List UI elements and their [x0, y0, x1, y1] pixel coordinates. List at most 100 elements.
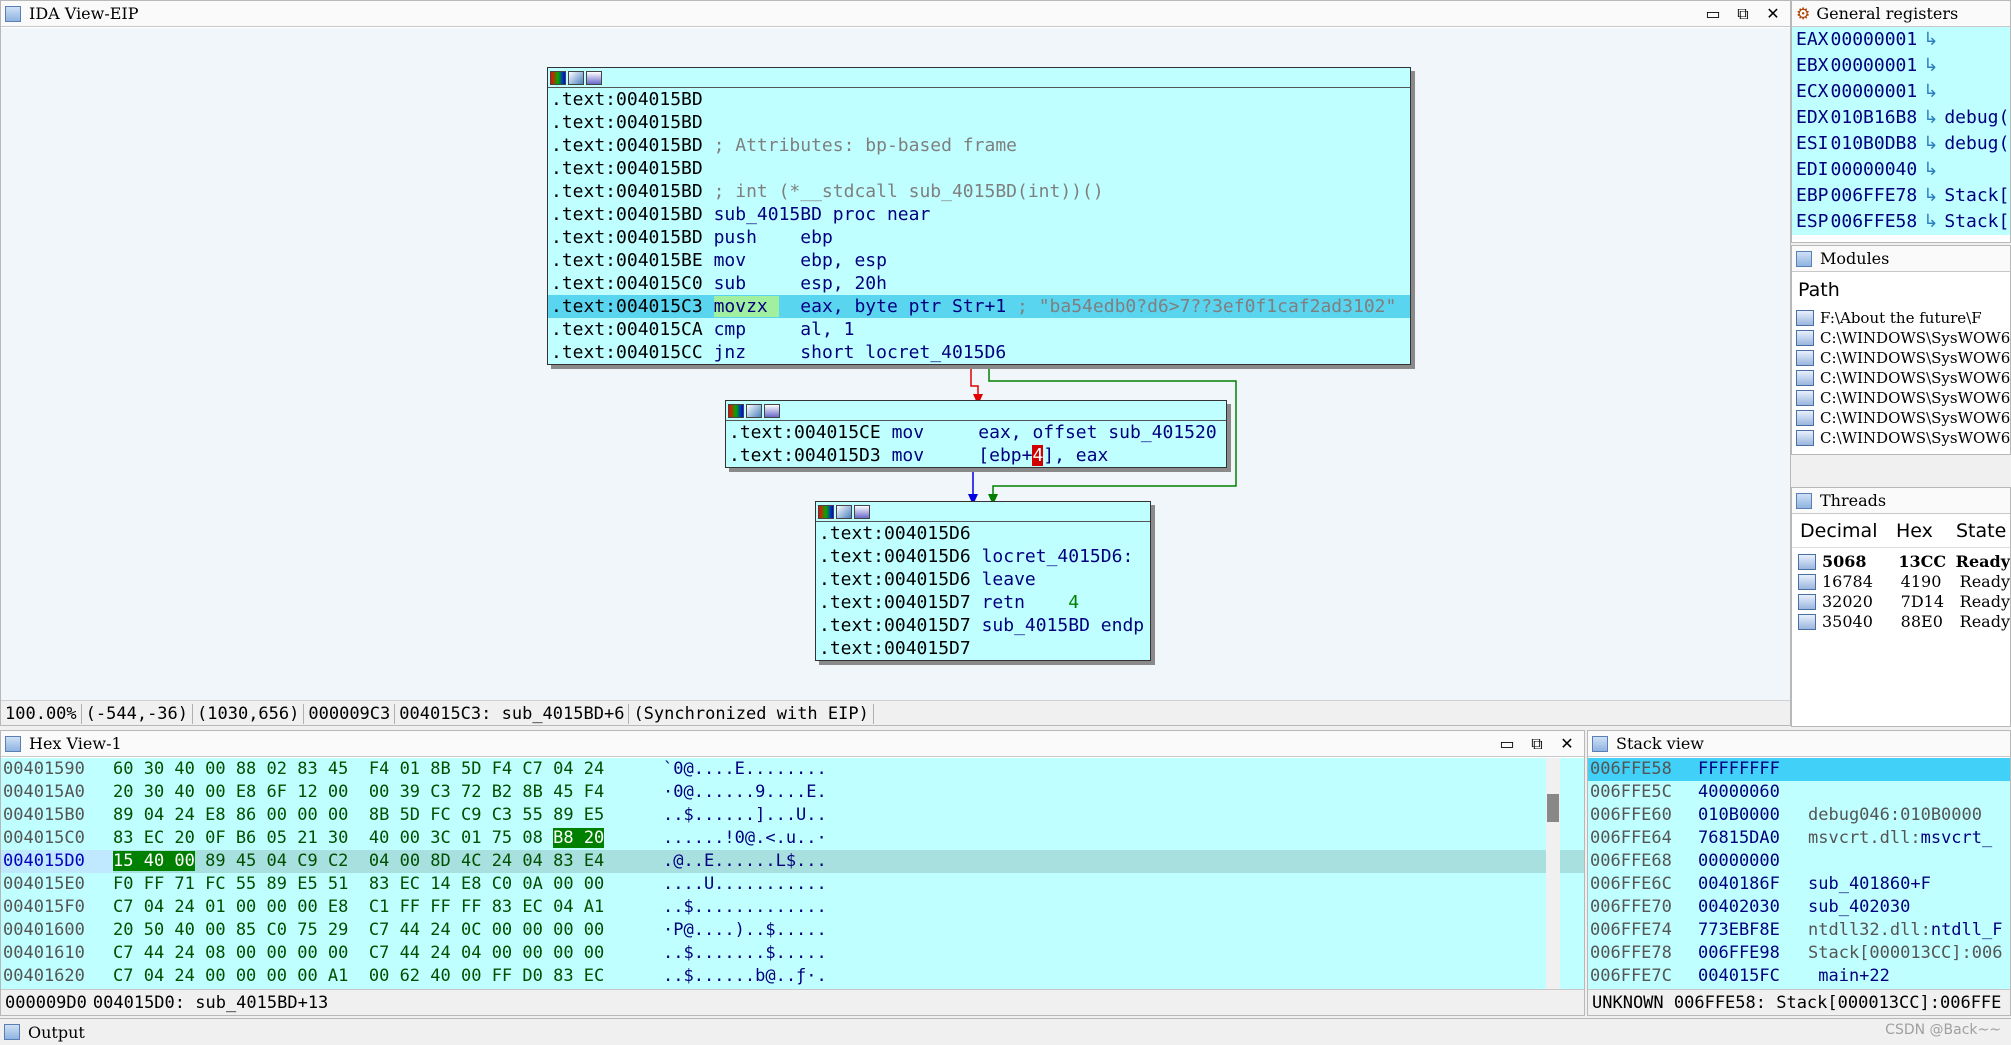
hex-row[interactable]: 004015C0 83 EC 20 0F B6 05 21 30 40 00 3C… — [1, 827, 1584, 850]
thread-row[interactable]: 32020 7D14 Ready — [1792, 592, 2010, 612]
module-row[interactable]: C:\WINDOWS\SysWOW64\C — [1792, 348, 2010, 368]
hex-row[interactable]: 004015F0 C7 04 24 01 00 00 00 E8 C1 FF FF… — [1, 896, 1584, 919]
graph-canvas[interactable]: .text:004015BD .text:004015BD .text:0040… — [1, 28, 1790, 700]
asm-line[interactable]: .text:004015C0 sub esp, 20h — [548, 272, 1410, 295]
register-value[interactable]: 00000001 — [1831, 79, 1918, 105]
module-row[interactable]: C:\WINDOWS\SysWOW64\u — [1792, 408, 2010, 428]
asm-line[interactable]: .text:004015D3 mov [ebp+4], eax — [726, 444, 1226, 467]
stack-row[interactable]: 006FFE70 00402030 sub_402030 — [1588, 896, 2010, 919]
stack-row[interactable]: 006FFE58 FFFFFFFF — [1588, 758, 2010, 781]
asm-line[interactable]: .text:004015BD — [548, 111, 1410, 134]
threads-titlebar[interactable]: Threads — [1792, 488, 2010, 514]
jump-arrow-icon[interactable]: ↳ — [1923, 157, 1938, 183]
modules-path-header[interactable]: Path — [1792, 272, 2010, 308]
stack-row[interactable]: 006FFE6C 0040186F sub_401860+F — [1588, 873, 2010, 896]
stack-row[interactable]: 006FFE68 00000000 — [1588, 850, 2010, 873]
asm-line[interactable]: .text:004015CC jnz short locret_4015D6 — [548, 341, 1410, 364]
register-value[interactable]: 010B16B8 — [1831, 105, 1918, 131]
stack-row[interactable]: 006FFE78 006FFE98 Stack[000013CC]:006 — [1588, 942, 2010, 965]
hex-bytes[interactable]: 83 EC 20 0F B6 05 21 30 40 00 3C 01 75 0… — [113, 827, 663, 850]
hex-bytes[interactable]: 20 30 40 00 E8 6F 12 00 00 39 C3 72 B2 8… — [113, 781, 663, 804]
registers-titlebar[interactable]: ⚙ General registers — [1792, 1, 2010, 27]
node-edit-icon[interactable] — [836, 504, 852, 519]
asm-line[interactable]: .text:004015C3 movzx eax, byte ptr Str+1… — [548, 295, 1410, 318]
restore-icon[interactable]: ⧉ — [1730, 3, 1756, 25]
hex-bytes[interactable]: 89 04 24 E8 86 00 00 00 8B 5D FC C9 C3 5… — [113, 804, 663, 827]
asm-line[interactable]: .text:004015BD ; int (*__stdcall sub_401… — [548, 180, 1410, 203]
hex-bytes[interactable]: 15 40 00 89 45 04 C9 C2 04 00 8D 4C 24 0… — [113, 850, 663, 873]
maximize-icon[interactable]: ▭ — [1700, 3, 1726, 25]
register-value[interactable]: 006FFE78 — [1831, 183, 1918, 209]
thread-row[interactable]: 16784 4190 Ready — [1792, 572, 2010, 592]
module-row[interactable]: F:\About the future\F — [1792, 308, 2010, 328]
node-color-icon[interactable] — [818, 504, 834, 519]
stack-row[interactable]: 006FFE64 76815DA0 msvcrt.dll:msvcrt_ — [1588, 827, 2010, 850]
ida-view-titlebar[interactable]: IDA View-EIP ▭ ⧉ ✕ — [1, 1, 1790, 27]
hex-row[interactable]: 00401620 C7 04 24 00 00 00 00 A1 00 62 40… — [1, 965, 1584, 988]
hex-scrollbar[interactable] — [1546, 758, 1560, 989]
register-row[interactable]: EDX 010B16B8 ↳ debug( — [1792, 105, 2010, 131]
modules-titlebar[interactable]: Modules — [1792, 246, 2010, 272]
hex-view-titlebar[interactable]: Hex View-1 ▭ ⧉ ✕ — [1, 731, 1584, 757]
asm-line[interactable]: .text:004015D6 leave — [816, 568, 1150, 591]
register-row[interactable]: ESI 010B0DB8 ↳ debug( — [1792, 131, 2010, 157]
col-decimal[interactable]: Decimal — [1792, 520, 1896, 542]
close-icon[interactable]: ✕ — [1760, 3, 1786, 25]
asm-line[interactable]: .text:004015BD ; Attributes: bp-based fr… — [548, 134, 1410, 157]
graph-node-2[interactable]: .text:004015CE mov eax, offset sub_40152… — [725, 400, 1227, 468]
register-value[interactable]: 006FFE58 — [1831, 209, 1918, 235]
stack-row[interactable]: 006FFE7C 004015FC main+22 — [1588, 965, 2010, 988]
register-row[interactable]: ECX 00000001 ↳ — [1792, 79, 2010, 105]
register-row[interactable]: EAX 00000001 ↳ — [1792, 27, 2010, 53]
asm-line[interactable]: .text:004015D7 — [816, 637, 1150, 660]
node-graph-icon[interactable] — [586, 70, 602, 85]
hex-bytes[interactable]: C7 04 24 01 00 00 00 E8 C1 FF FF FF 83 E… — [113, 896, 663, 919]
register-row[interactable]: EBX 00000001 ↳ — [1792, 53, 2010, 79]
asm-line[interactable]: .text:004015D7 retn 4 — [816, 591, 1150, 614]
module-row[interactable]: C:\WINDOWS\SysWOW64\m — [1792, 428, 2010, 448]
register-row[interactable]: EDI 00000040 ↳ — [1792, 157, 2010, 183]
col-hex[interactable]: Hex — [1896, 520, 1956, 542]
thread-row[interactable]: 35040 88E0 Ready — [1792, 612, 2010, 632]
hex-row[interactable]: 00401600 20 50 40 00 85 C0 75 29 C7 44 24… — [1, 919, 1584, 942]
hex-row[interactable]: 004015E0 F0 FF 71 FC 55 89 E5 51 83 EC 14… — [1, 873, 1584, 896]
stack-list[interactable]: 006FFE58 FFFFFFFF 006FFE5C 40000060 006FFE60… — [1588, 758, 2010, 989]
hex-scroll-thumb[interactable] — [1547, 794, 1559, 822]
jump-arrow-icon[interactable]: ↳ — [1923, 79, 1938, 105]
asm-line[interactable]: .text:004015D7 sub_4015BD endp — [816, 614, 1150, 637]
register-row[interactable]: EBP 006FFE78 ↳ Stack[ — [1792, 183, 2010, 209]
asm-line[interactable]: .text:004015BD push ebp — [548, 226, 1410, 249]
close-icon[interactable]: ✕ — [1554, 733, 1580, 755]
stack-row[interactable]: 006FFE74 773EBF8E ntdll32.dll:ntdll_F — [1588, 919, 2010, 942]
jump-arrow-icon[interactable]: ↳ — [1923, 209, 1938, 235]
asm-line[interactable]: .text:004015CE mov eax, offset sub_40152… — [726, 421, 1226, 444]
hex-row[interactable]: 00401610 C7 44 24 08 00 00 00 00 C7 44 24… — [1, 942, 1584, 965]
hex-bytes[interactable]: C7 04 24 00 00 00 00 A1 00 62 40 00 FF D… — [113, 965, 663, 988]
maximize-icon[interactable]: ▭ — [1494, 733, 1520, 755]
node-edit-icon[interactable] — [746, 403, 762, 418]
col-state[interactable]: State — [1956, 520, 2006, 542]
hex-bytes[interactable]: 60 30 40 00 88 02 83 45 F4 01 8B 5D F4 C… — [113, 758, 663, 781]
hex-bytes[interactable]: F0 FF 71 FC 55 89 E5 51 83 EC 14 E8 C0 0… — [113, 873, 663, 896]
register-value[interactable]: 00000001 — [1831, 53, 1918, 79]
stack-row[interactable]: 006FFE60 010B0000 debug046:010B0000 — [1588, 804, 2010, 827]
asm-line[interactable]: .text:004015CA cmp al, 1 — [548, 318, 1410, 341]
hex-row[interactable]: 004015D0 15 40 00 89 45 04 C9 C2 04 00 8D… — [1, 850, 1584, 873]
hex-bytes[interactable]: C7 44 24 08 00 00 00 00 C7 44 24 04 00 0… — [113, 942, 663, 965]
jump-arrow-icon[interactable]: ↳ — [1923, 183, 1938, 209]
stack-row[interactable]: 006FFE5C 40000060 — [1588, 781, 2010, 804]
module-row[interactable]: C:\WINDOWS\SysWOW64\w — [1792, 328, 2010, 348]
output-pane-tab[interactable]: Output — [0, 1018, 2011, 1045]
module-row[interactable]: C:\WINDOWS\SysWOW64\U — [1792, 388, 2010, 408]
stack-view-titlebar[interactable]: Stack view — [1588, 731, 2010, 757]
node-graph-icon[interactable] — [854, 504, 870, 519]
hex-row[interactable]: 004015A0 20 30 40 00 E8 6F 12 00 00 39 C3… — [1, 781, 1584, 804]
module-row[interactable]: C:\WINDOWS\SysWOW64\K — [1792, 368, 2010, 388]
hex-bytes[interactable]: 20 50 40 00 85 C0 75 29 C7 44 24 0C 00 0… — [113, 919, 663, 942]
jump-arrow-icon[interactable]: ↳ — [1923, 105, 1938, 131]
hex-row[interactable]: 00401590 60 30 40 00 88 02 83 45 F4 01 8B… — [1, 758, 1584, 781]
graph-node-1[interactable]: .text:004015BD .text:004015BD .text:0040… — [547, 67, 1411, 365]
node-graph-icon[interactable] — [764, 403, 780, 418]
asm-line[interactable]: .text:004015D6 — [816, 522, 1150, 545]
jump-arrow-icon[interactable]: ↳ — [1923, 27, 1938, 53]
